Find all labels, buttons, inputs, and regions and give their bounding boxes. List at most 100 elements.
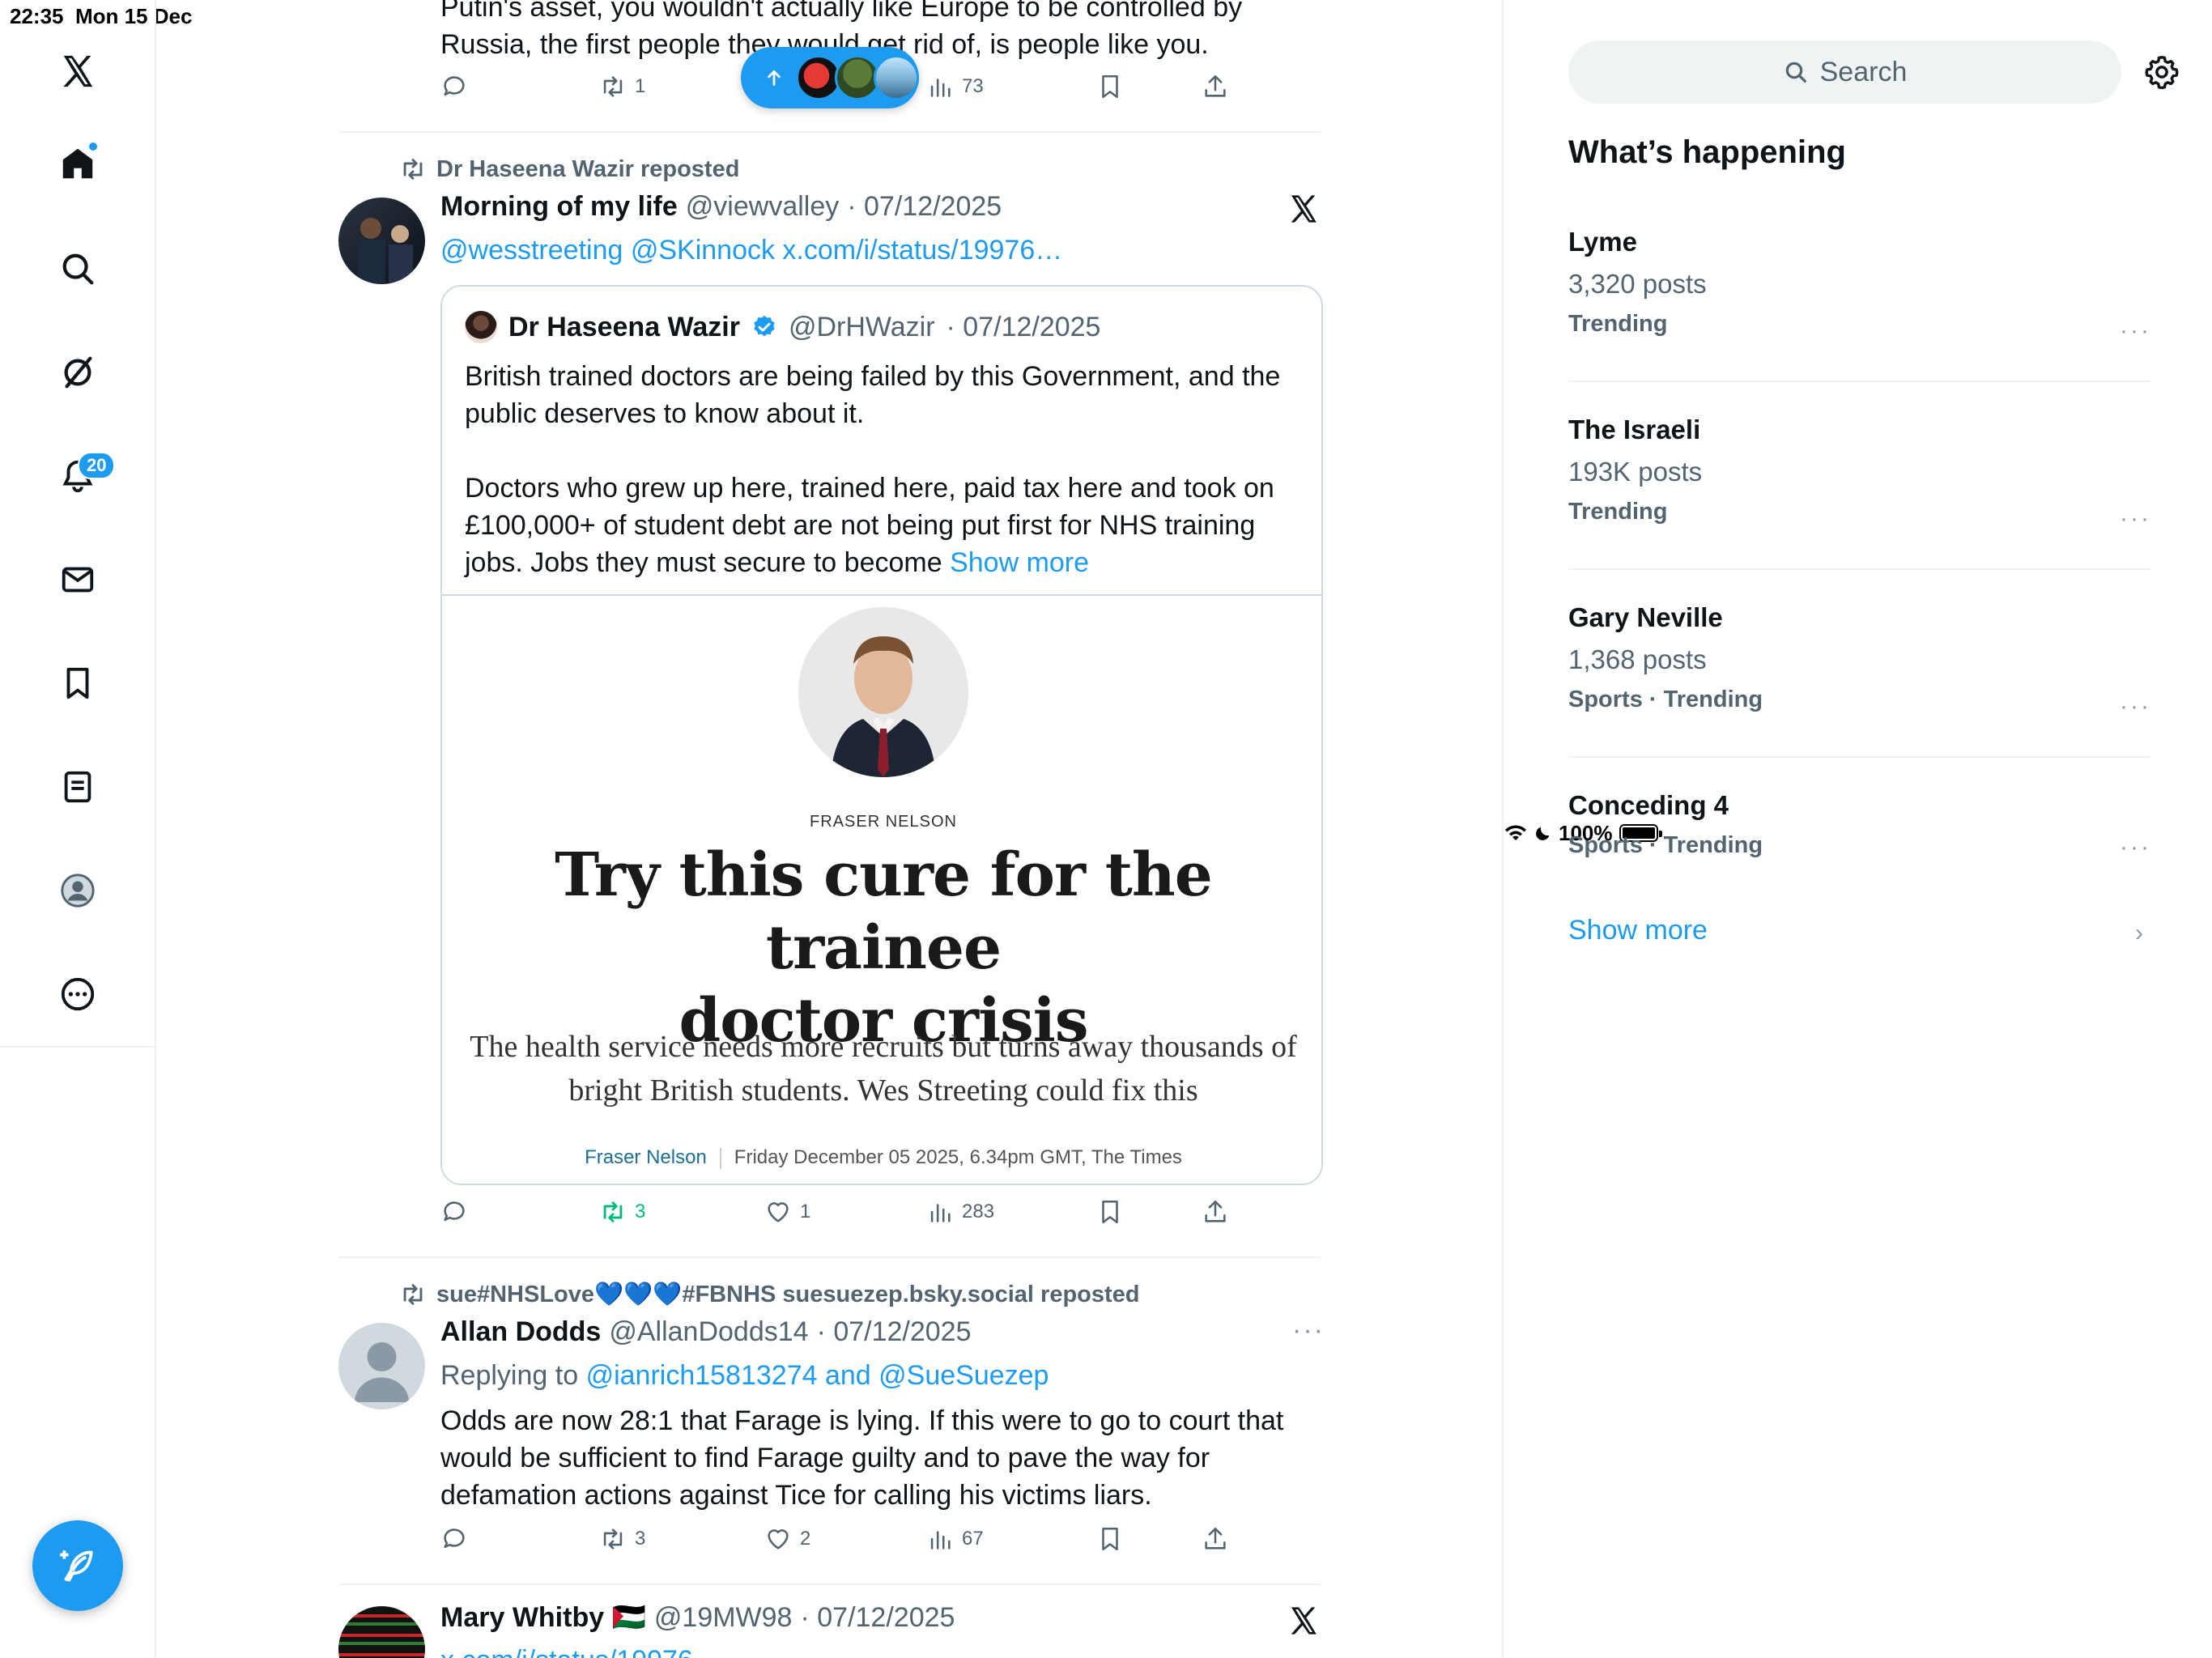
whats-happening-title: What’s happening <box>1568 134 1846 170</box>
quoted-tweet-card[interactable]: Dr Haseena Wazir @DrHWazir · 07/12/2025 … <box>440 285 1323 1185</box>
trend-category: Sports · Trending <box>1568 832 1763 858</box>
trend-item[interactable]: Lyme 3,320 posts Trending ··· <box>1568 227 2151 344</box>
search-icon[interactable] <box>45 236 110 301</box>
trend-post-count: 1,368 posts <box>1568 644 1707 674</box>
bookmarks-icon[interactable] <box>45 651 110 716</box>
show-more-link[interactable]: Show more <box>1568 915 1708 946</box>
more-circle-icon[interactable] <box>45 962 110 1027</box>
trend-more-icon[interactable]: ··· <box>2120 834 2151 861</box>
bookmark-button[interactable] <box>1096 1525 1124 1553</box>
compose-post-button[interactable] <box>32 1520 123 1611</box>
repost-attribution[interactable]: Dr Haseena Wazir reposted <box>399 155 739 183</box>
x-logo-icon[interactable] <box>45 39 110 104</box>
reply-button[interactable] <box>440 73 468 100</box>
search-placeholder: Search <box>1819 56 1908 87</box>
repost-button[interactable]: 3 <box>599 1198 645 1226</box>
quoted-avatar <box>465 311 497 343</box>
trend-name: Gary Neville <box>1568 602 1723 632</box>
trend-more-icon[interactable]: ··· <box>2120 693 2151 721</box>
tweet-separator <box>338 1256 1321 1258</box>
tweet-date[interactable]: · 07/12/2025 <box>800 1602 955 1634</box>
tweet-link-text[interactable]: @wesstreeting @SKinnock x.com/i/status/1… <box>440 232 1062 269</box>
avatar[interactable] <box>338 1323 425 1409</box>
home-icon[interactable] <box>45 131 110 196</box>
author-handle[interactable]: @19MW98 <box>654 1602 793 1634</box>
article-preview-image[interactable]: FRASER NELSON Try this cure for the trai… <box>442 594 1321 1184</box>
bookmark-icon <box>1102 74 1118 99</box>
repost-icon <box>403 159 423 180</box>
like-button[interactable]: 2 <box>764 1525 810 1553</box>
x-source-icon <box>1291 195 1317 223</box>
profile-avatar-icon[interactable] <box>45 858 110 923</box>
reply-button[interactable] <box>440 1198 468 1226</box>
trend-item[interactable]: Conceding 4 Sports · Trending ··· <box>1568 790 2151 861</box>
author-handle[interactable]: @AllanDodds14 <box>609 1316 808 1348</box>
tweet-text: Odds are now 28:1 that Farage is lying. … <box>440 1405 1284 1511</box>
share-button[interactable] <box>1202 1198 1229 1226</box>
notification-count-badge: 20 <box>78 452 116 479</box>
more-options-icon[interactable]: ··· <box>1292 1315 1325 1346</box>
new-posts-pill[interactable] <box>741 47 919 108</box>
nav-divider <box>0 1046 156 1048</box>
analytics-icon <box>930 1204 951 1222</box>
arrow-up-icon <box>768 70 781 87</box>
right-sidebar: Search What’s happening Lyme 3,320 posts… <box>1504 0 2212 1658</box>
compose-feather-icon <box>60 1550 93 1582</box>
avatar[interactable] <box>338 1606 425 1658</box>
tweet-header: Mary Whitby 🇵🇸 @19MW98 · 07/12/2025 <box>440 1601 955 1634</box>
author-name[interactable]: Morning of my life <box>440 191 678 223</box>
trend-name: Conceding 4 <box>1568 790 1729 820</box>
trend-more-icon[interactable]: ··· <box>2120 317 2151 345</box>
views-button[interactable]: 67 <box>926 1525 984 1553</box>
analytics-icon <box>930 79 951 97</box>
tweet-separator <box>338 1584 1321 1585</box>
quoted-author-handle: @DrHWazir <box>788 311 935 342</box>
reply-mentions[interactable]: @ianrich15813274 and @SueSuezep <box>586 1360 1049 1391</box>
timeline: Putin's asset, you wouldn't actually lik… <box>156 0 1504 1658</box>
lists-icon[interactable] <box>45 755 110 819</box>
messages-envelope-icon[interactable] <box>45 547 110 612</box>
author-name[interactable]: Mary Whitby 🇵🇸 <box>440 1601 646 1634</box>
like-button[interactable]: 1 <box>764 1198 810 1226</box>
reply-icon <box>444 1528 465 1549</box>
tweet-date[interactable]: · 07/12/2025 <box>817 1316 972 1348</box>
repost-button[interactable]: 1 <box>599 73 645 100</box>
tweet-actions: 3 1 283 <box>440 1198 1250 1239</box>
tweet-actions: 3 2 67 <box>440 1525 1250 1566</box>
trend-separator <box>1568 756 2151 758</box>
avatar[interactable] <box>338 198 425 284</box>
trend-more-icon[interactable]: ··· <box>2120 505 2151 533</box>
analytics-icon <box>930 1531 951 1550</box>
article-author: Fraser Nelson <box>585 1146 707 1168</box>
share-button[interactable] <box>1202 1525 1229 1553</box>
trend-post-count: 3,320 posts <box>1568 269 1707 299</box>
share-button[interactable] <box>1202 73 1229 100</box>
grok-icon[interactable] <box>45 340 110 405</box>
meta-divider <box>719 1147 721 1169</box>
replying-to: Replying to @ianrich15813274 and @SueSue… <box>440 1360 1049 1391</box>
bookmark-button[interactable] <box>1096 1198 1124 1226</box>
bookmark-button[interactable] <box>1096 73 1124 100</box>
author-name[interactable]: Allan Dodds <box>440 1316 601 1348</box>
home-unread-dot <box>87 141 99 152</box>
show-more-link[interactable]: Show more <box>950 547 1089 578</box>
reply-icon <box>444 76 465 96</box>
search-input[interactable]: Search <box>1568 40 2121 104</box>
trend-item[interactable]: Gary Neville 1,368 posts Sports · Trendi… <box>1568 602 2151 720</box>
x-source-icon <box>1291 1607 1317 1635</box>
repost-attribution[interactable]: sue#NHSLove💙💙💙#FBNHS suesuezep.bsky.soci… <box>399 1281 1140 1308</box>
tweet-date[interactable]: · 07/12/2025 <box>847 191 1002 223</box>
trend-category: Sports · Trending <box>1568 687 1763 712</box>
settings-gear-icon[interactable] <box>2143 53 2180 91</box>
repost-icon <box>603 1201 623 1222</box>
heart-icon <box>768 1202 789 1222</box>
trend-item[interactable]: The Israeli 193K posts Trending ··· <box>1568 414 2151 532</box>
notifications-bell-icon[interactable]: 20 <box>45 444 116 508</box>
views-button[interactable]: 283 <box>926 1198 994 1226</box>
share-icon <box>1205 1200 1226 1222</box>
reply-button[interactable] <box>440 1525 468 1553</box>
author-handle[interactable]: @viewvalley <box>686 191 839 223</box>
tweet-link-text[interactable]: x.com/i/status/19976… <box>440 1642 721 1658</box>
views-button[interactable]: 73 <box>926 73 984 100</box>
repost-button[interactable]: 3 <box>599 1525 645 1553</box>
